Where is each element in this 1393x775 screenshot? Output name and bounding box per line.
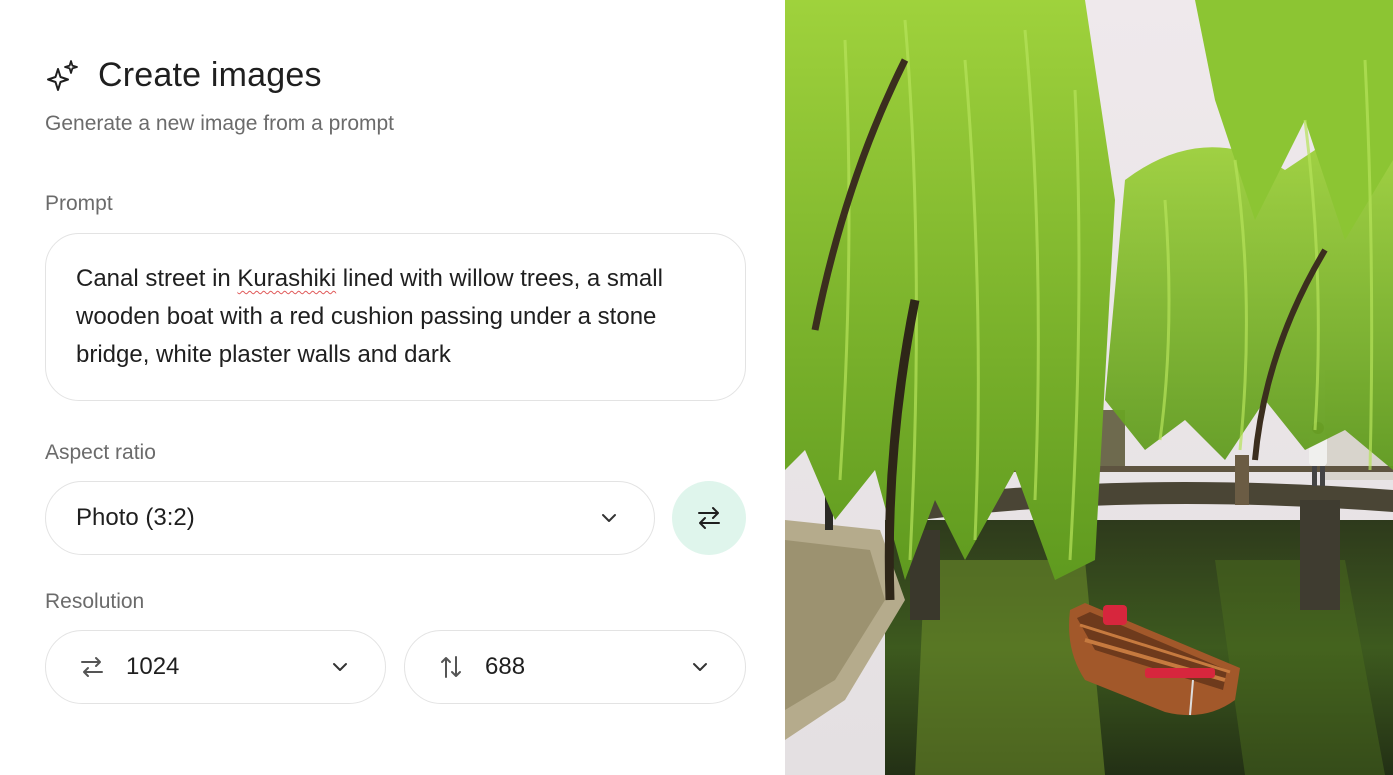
arrows-up-down-icon — [441, 656, 461, 678]
misspelled-word: Kurashiki — [237, 265, 337, 292]
generated-image-preview — [785, 0, 1393, 775]
swap-orientation-button[interactable] — [672, 481, 746, 555]
chevron-down-icon — [602, 514, 616, 522]
width-value: 1024 — [126, 653, 180, 680]
chevron-down-icon — [693, 663, 707, 671]
height-select[interactable]: 688 — [404, 630, 746, 704]
aspect-ratio-select[interactable]: Photo (3:2) — [45, 481, 655, 555]
swap-horizontal-icon — [698, 507, 720, 529]
resolution-label: Resolution — [45, 590, 145, 613]
arrows-left-right-icon — [81, 657, 103, 677]
create-images-panel: Create images Generate a new image from … — [0, 0, 785, 775]
chevron-down-icon — [333, 663, 347, 671]
page-title: Create images — [98, 56, 322, 94]
prompt-text-start: Canal street in — [76, 265, 238, 292]
aspect-ratio-value: Photo (3:2) — [76, 504, 195, 531]
width-select[interactable]: 1024 — [45, 630, 386, 704]
sparkles-icon — [47, 59, 78, 91]
height-value: 688 — [485, 653, 526, 680]
aspect-ratio-label: Aspect ratio — [45, 441, 156, 464]
prompt-input[interactable]: Canal street in Kurashiki lined with wil… — [45, 233, 746, 401]
header: Create images — [44, 56, 322, 95]
prompt-text: Canal street in Kurashiki lined with wil… — [76, 260, 715, 374]
prompt-label: Prompt — [45, 192, 113, 215]
canal-photo — [785, 0, 1393, 775]
page-subtitle: Generate a new image from a prompt — [45, 112, 395, 135]
